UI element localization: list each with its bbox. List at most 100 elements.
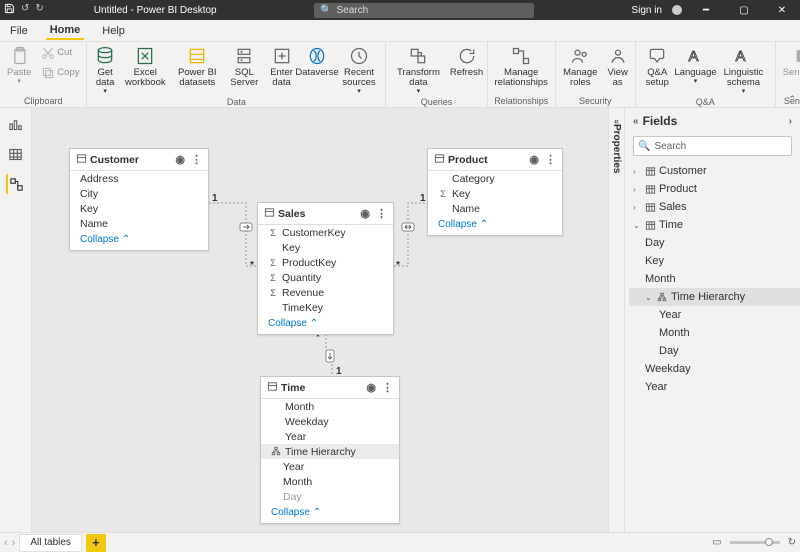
fit-to-page-button[interactable]: ▭ — [712, 537, 721, 548]
report-view-button[interactable] — [6, 114, 26, 134]
sensitivity-button[interactable]: Sensitivity▾ — [780, 44, 800, 96]
ribbon-group-qa: Q&A setup A Language▾ A Linguistic schem… — [636, 42, 776, 107]
menu-help[interactable]: Help — [98, 23, 129, 39]
collapse-link[interactable]: Collapse⌃ — [428, 216, 562, 235]
window-title: Untitled - Power BI Desktop — [94, 5, 217, 16]
datasets-button[interactable]: Power BI datasets — [172, 44, 223, 97]
sql-server-button[interactable]: SQL Server — [227, 44, 262, 97]
table-icon — [434, 153, 444, 166]
excel-workbook-button[interactable]: Excel workbook — [123, 44, 168, 97]
table-icon — [644, 201, 656, 213]
tree-item-h-year[interactable]: Year — [629, 306, 800, 324]
menu-home[interactable]: Home — [46, 22, 85, 40]
chevron-down-icon: ▾ — [17, 78, 21, 85]
eye-icon[interactable]: ◉ — [529, 153, 539, 166]
maximize-button[interactable]: ▢ — [730, 0, 758, 20]
redo-icon[interactable]: ↻ — [35, 3, 43, 17]
fields-pane-title: Fields — [643, 114, 678, 128]
time-hierarchy-row[interactable]: Time Hierarchy — [261, 444, 399, 459]
ribbon-group-security: Manage roles View as Security — [556, 42, 636, 107]
layout-tab-all-tables[interactable]: All tables — [19, 534, 82, 552]
tree-item-weekday[interactable]: Weekday — [629, 360, 800, 378]
collapse-ribbon-button[interactable]: ⌃ — [788, 94, 796, 105]
next-tab-button[interactable]: › — [12, 537, 16, 549]
copy-button[interactable]: Copy — [38, 64, 82, 82]
close-button[interactable]: ✕ — [768, 0, 796, 20]
cut-button[interactable]: Cut — [38, 44, 82, 62]
tree-item-key[interactable]: Key — [629, 252, 800, 270]
paste-button[interactable]: Paste ▾ — [4, 44, 34, 96]
minimize-button[interactable]: ━ — [692, 0, 720, 20]
entity-product[interactable]: Product ◉⋮ Category ΣKey Name Collapse⌃ — [427, 148, 563, 236]
sigma-icon: Σ — [268, 273, 278, 283]
get-data-button[interactable]: Get data▾ — [91, 44, 118, 97]
cardinality-many: * — [396, 260, 400, 271]
tree-item-time[interactable]: ⌄Time — [629, 216, 800, 234]
save-icon[interactable] — [4, 3, 15, 17]
tree-item-day[interactable]: Day — [629, 234, 800, 252]
search-icon: 🔍 — [320, 5, 332, 16]
table-icon — [644, 183, 656, 195]
qa-setup-button[interactable]: Q&A setup — [640, 44, 675, 97]
entity-customer[interactable]: Customer ◉⋮ Address City Key Name Collap… — [69, 148, 209, 251]
sigma-icon: Σ — [268, 288, 278, 298]
tree-item-month[interactable]: Month — [629, 270, 800, 288]
avatar-icon[interactable] — [672, 5, 682, 15]
zoom-reset-button[interactable]: ↻ — [788, 537, 796, 548]
sign-in-link[interactable]: Sign in — [631, 5, 662, 16]
prev-tab-button[interactable]: ‹ — [4, 537, 8, 549]
undo-icon[interactable]: ↺ — [21, 3, 29, 17]
eye-icon[interactable]: ◉ — [175, 153, 185, 166]
fields-pane: « Fields › 🔍 Search ›Customer ›Product ›… — [624, 108, 800, 532]
manage-roles-button[interactable]: Manage roles — [560, 44, 601, 96]
entity-sales[interactable]: Sales ◉⋮ ΣCustomerKey Key ΣProductKey ΣQ… — [257, 202, 394, 335]
entity-time[interactable]: Time ◉⋮ Month Weekday Year Time Hierarch… — [260, 376, 400, 524]
sigma-icon: Σ — [438, 189, 448, 199]
more-icon[interactable]: ⋮ — [376, 207, 387, 220]
tree-item-h-day[interactable]: Day — [629, 342, 800, 360]
relationship-direction-icon — [401, 220, 415, 234]
tree-item-time-hierarchy[interactable]: ⌄Time Hierarchy — [629, 288, 800, 306]
refresh-button[interactable]: Refresh — [451, 44, 483, 97]
hierarchy-icon — [271, 446, 281, 458]
ribbon-group-data: Get data▾ Excel workbook Power BI datase… — [87, 42, 386, 107]
tree-item-sales[interactable]: ›Sales — [629, 198, 800, 216]
tree-item-h-month[interactable]: Month — [629, 324, 800, 342]
collapse-link[interactable]: Collapse⌃ — [261, 504, 399, 523]
dataverse-button[interactable]: Dataverse — [301, 44, 332, 97]
tree-item-customer[interactable]: ›Customer — [629, 162, 800, 180]
collapse-link[interactable]: Collapse⌃ — [70, 231, 208, 250]
linguistic-schema-button[interactable]: A Linguistic schema▾ — [716, 44, 771, 97]
tree-item-year[interactable]: Year — [629, 378, 800, 396]
transform-data-button[interactable]: Transform data▾ — [390, 44, 446, 97]
menu-bar: File Home Help — [0, 20, 800, 42]
table-icon — [76, 153, 86, 166]
menu-file[interactable]: File — [6, 23, 32, 39]
eye-icon[interactable]: ◉ — [360, 207, 370, 220]
fields-search[interactable]: 🔍 Search — [633, 136, 792, 156]
ribbon-group-relationships: Manage relationships Relationships — [488, 42, 556, 107]
sigma-icon: Σ — [268, 258, 278, 268]
collapse-link[interactable]: Collapse⌃ — [258, 315, 393, 334]
search-icon: 🔍 — [638, 141, 650, 152]
model-view-button[interactable] — [6, 174, 26, 194]
more-icon[interactable]: ⋮ — [545, 153, 556, 166]
eye-icon[interactable]: ◉ — [366, 381, 376, 394]
cardinality-one: 1 — [420, 193, 426, 204]
data-view-button[interactable] — [6, 144, 26, 164]
recent-sources-button[interactable]: Recent sources▾ — [337, 44, 382, 97]
expand-fields-icon[interactable]: › — [789, 116, 792, 127]
view-as-button[interactable]: View as — [605, 44, 631, 96]
view-rail — [0, 108, 32, 532]
more-icon[interactable]: ⋮ — [382, 381, 393, 394]
manage-relationships-button[interactable]: Manage relationships — [492, 44, 551, 96]
global-search[interactable]: 🔍 Search — [314, 3, 534, 18]
add-layout-button[interactable]: + — [86, 534, 106, 552]
tree-item-product[interactable]: ›Product — [629, 180, 800, 198]
table-icon — [267, 381, 277, 394]
language-button[interactable]: A Language▾ — [679, 44, 712, 97]
model-canvas[interactable]: 1 * * 1 * 1 Customer ◉⋮ Address City Key… — [32, 108, 608, 532]
enter-data-button[interactable]: Enter data — [266, 44, 298, 97]
more-icon[interactable]: ⋮ — [191, 153, 202, 166]
collapse-fields-icon[interactable]: « — [633, 116, 639, 127]
